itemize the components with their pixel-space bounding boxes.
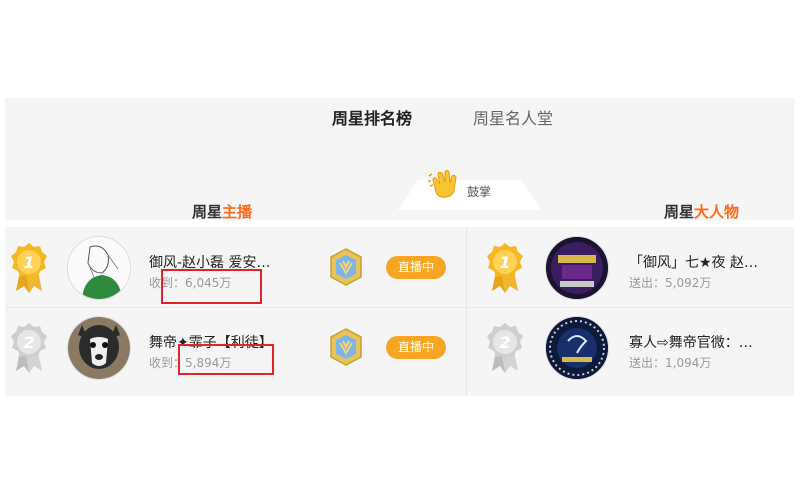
- silver-medal-icon: 2: [487, 323, 523, 373]
- sent-amount: 送出：1,094万: [629, 356, 712, 370]
- clap-icon: [428, 170, 457, 198]
- avatar[interactable]: [545, 236, 609, 300]
- list-item[interactable]: 2 寡人⇨舞帝官微：… 送出：1,094万: [467, 307, 794, 387]
- gold-medal-icon: 1: [487, 243, 523, 293]
- avatar[interactable]: [545, 316, 609, 380]
- gold-medal-icon: 1: [11, 243, 47, 293]
- rank-number: 2: [23, 333, 34, 352]
- clap-label: 鼓掌: [467, 185, 492, 199]
- column-divider: [466, 227, 467, 396]
- rank-number: 2: [499, 333, 510, 352]
- tab-bar: 周星排名榜 周星名人堂: [5, 98, 794, 148]
- anchor-column-heading: 周星主播: [192, 203, 253, 221]
- clap-button[interactable]: 鼓掌: [398, 170, 541, 210]
- level-badge-icon: [330, 328, 362, 366]
- highlight-box: [161, 269, 262, 304]
- silver-medal-icon: 2: [11, 323, 47, 373]
- patron-name[interactable]: 寡人⇨舞帝官微：…: [629, 332, 779, 352]
- patron-column-heading: 周星大人物: [664, 203, 740, 221]
- list-item[interactable]: 1 「御风」七★夜 赵… 送出：5,092万: [467, 227, 794, 307]
- row-divider: [5, 307, 466, 308]
- tab-weekly-ranking[interactable]: 周星排名榜: [332, 105, 412, 129]
- avatar[interactable]: [67, 316, 131, 380]
- avatar[interactable]: [67, 236, 131, 300]
- highlight-box: [178, 344, 274, 375]
- row-divider: [467, 307, 794, 308]
- patron-name[interactable]: 「御风」七★夜 赵…: [629, 252, 779, 272]
- live-button[interactable]: 直播中: [386, 336, 446, 359]
- level-badge-icon: [330, 248, 362, 286]
- sent-amount: 送出：5,092万: [629, 276, 712, 290]
- header-gap: [5, 220, 794, 227]
- rank-number: 1: [23, 253, 34, 272]
- live-button[interactable]: 直播中: [386, 256, 446, 279]
- rank-number: 1: [499, 253, 510, 272]
- tab-hall-of-fame[interactable]: 周星名人堂: [473, 105, 553, 129]
